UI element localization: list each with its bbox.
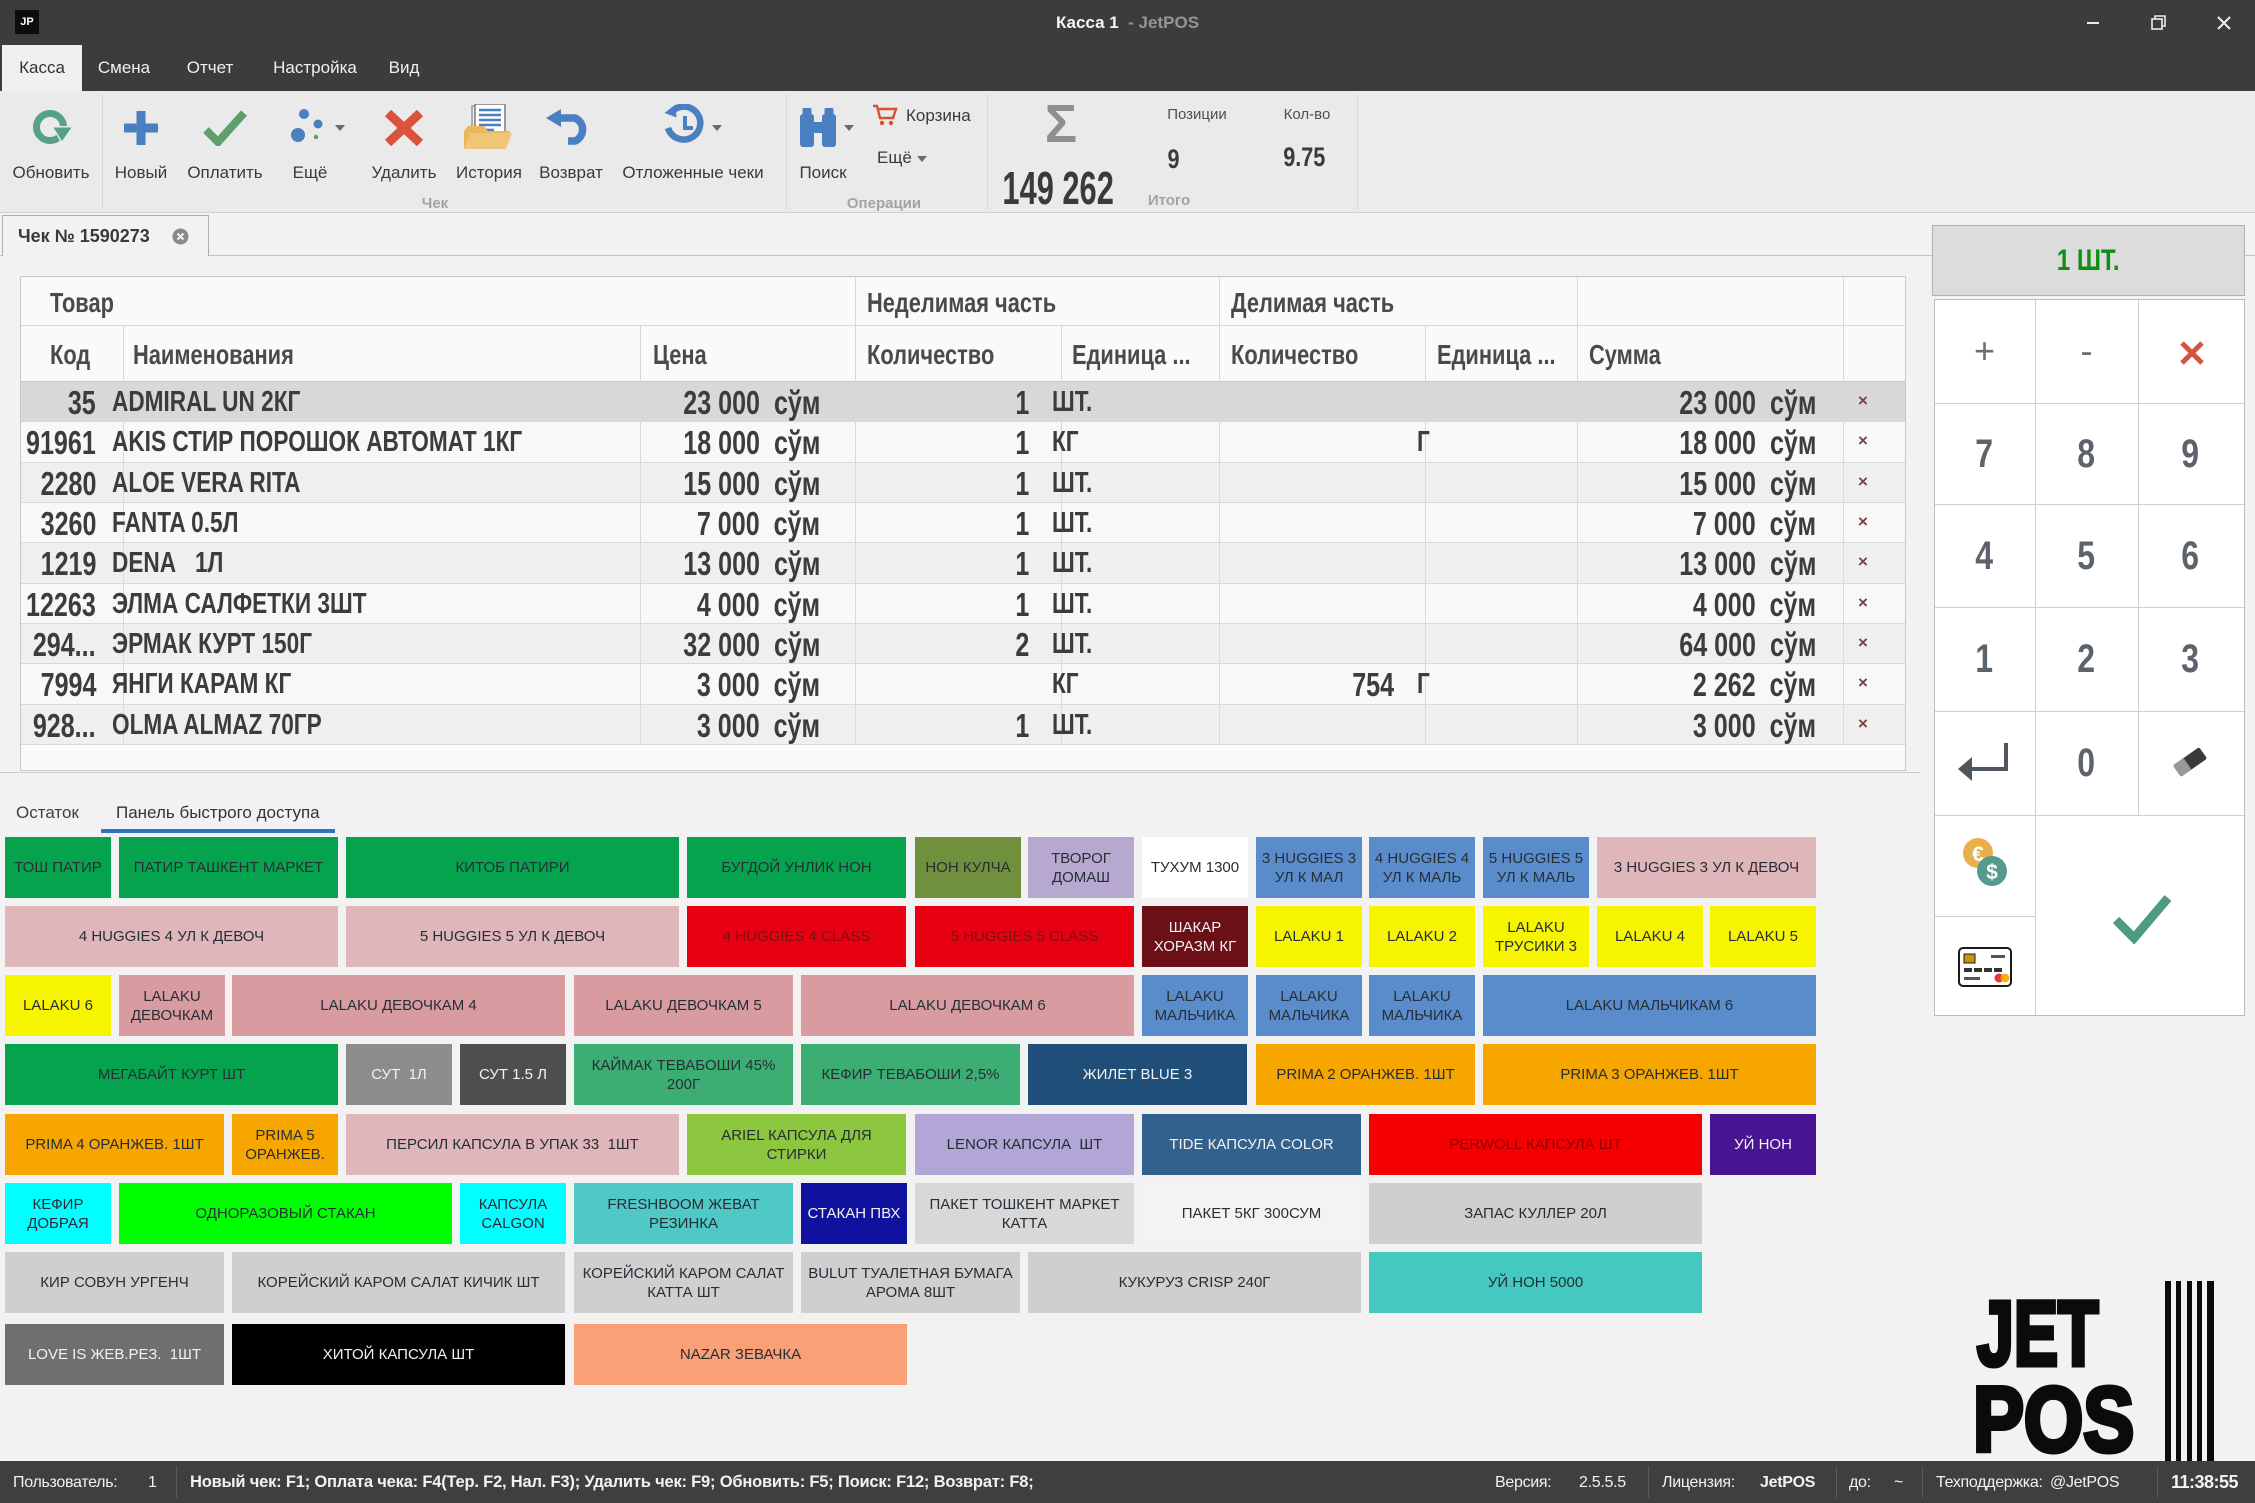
svg-text:$: $: [1986, 861, 1998, 884]
svg-text:POS: POS: [1973, 1367, 2134, 1470]
